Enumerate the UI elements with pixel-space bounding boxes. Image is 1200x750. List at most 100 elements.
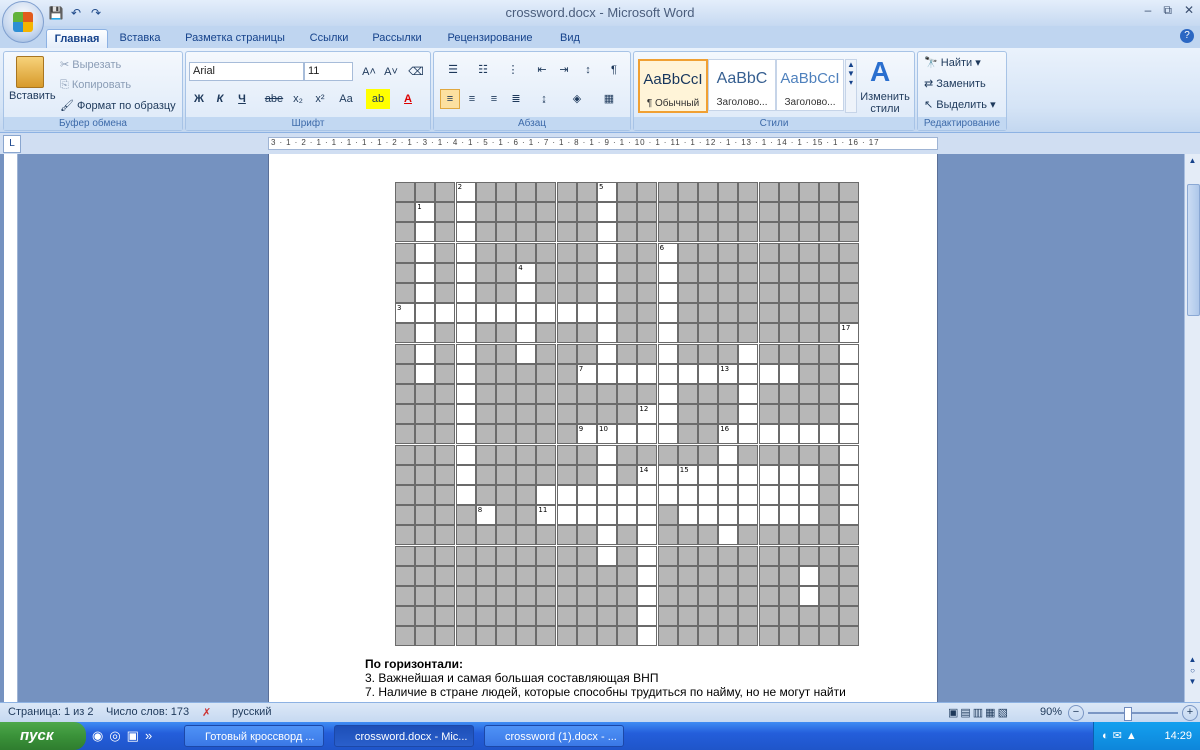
zoom-out-button[interactable]: − — [1068, 705, 1084, 721]
crossword-cell[interactable] — [637, 545, 658, 566]
crossword-cell[interactable] — [637, 485, 658, 505]
shading-icon[interactable]: ◈ — [564, 89, 590, 109]
crossword-cell[interactable] — [415, 262, 436, 283]
crossword-cell[interactable] — [657, 323, 678, 344]
word-count[interactable]: Число слов: 173 — [106, 706, 189, 718]
crossword-cell[interactable] — [597, 525, 617, 546]
crossword-cell[interactable] — [637, 626, 658, 647]
crossword-cell[interactable] — [698, 363, 718, 384]
crossword-cell[interactable] — [597, 444, 617, 465]
crossword-cell[interactable] — [455, 424, 476, 445]
crossword-cell[interactable] — [415, 303, 436, 324]
crossword-cell[interactable]: 15 — [677, 464, 698, 485]
tab-mailings[interactable]: Рассылки — [366, 29, 428, 48]
zoom-slider-thumb[interactable] — [1124, 707, 1132, 721]
view-buttons[interactable]: ▣▤▥▦▧ — [948, 706, 1010, 719]
bold-button[interactable]: Ж — [189, 89, 209, 109]
crossword-cell[interactable] — [657, 464, 678, 485]
crossword-cell[interactable] — [637, 424, 658, 445]
crossword-cell[interactable] — [496, 303, 516, 324]
crossword-cell[interactable] — [657, 262, 678, 283]
crossword-cell[interactable] — [738, 464, 759, 485]
crossword-cell[interactable] — [415, 242, 436, 263]
align-right-icon[interactable]: ≡ — [484, 89, 504, 109]
crossword-cell[interactable] — [597, 202, 617, 223]
justify-icon[interactable]: ≣ — [506, 89, 526, 109]
crossword-cell[interactable] — [455, 384, 476, 404]
paste-button[interactable]: Вставить — [9, 90, 56, 102]
crossword-cell[interactable] — [637, 505, 658, 526]
crossword-cell[interactable] — [758, 485, 779, 505]
borders-icon[interactable]: ▦ — [596, 89, 622, 109]
cut-button[interactable]: Вырезать — [72, 59, 121, 71]
replace-button[interactable]: Заменить — [936, 78, 985, 90]
crossword-cell[interactable] — [657, 384, 678, 404]
crossword-cell[interactable] — [415, 343, 436, 364]
crossword-cell[interactable]: 13 — [718, 363, 739, 384]
crossword-cell[interactable] — [415, 222, 436, 243]
crossword-grid[interactable]: 2 5 1 6 4 3 17 7 13 12 9 10 16 14 15 8 11 — [395, 182, 860, 655]
crossword-cell[interactable] — [516, 323, 537, 344]
crossword-cell[interactable] — [657, 283, 678, 303]
crossword-cell[interactable] — [677, 485, 698, 505]
crossword-cell[interactable]: 11 — [536, 505, 557, 526]
crossword-cell[interactable] — [455, 202, 476, 223]
crossword-cell[interactable] — [516, 343, 537, 364]
subscript-button[interactable]: x₂ — [288, 89, 308, 109]
crossword-cell[interactable] — [778, 485, 799, 505]
crossword-cell[interactable] — [758, 424, 779, 445]
crossword-cell[interactable] — [799, 505, 819, 526]
crossword-cell[interactable]: 6 — [657, 242, 678, 263]
crossword-cell[interactable] — [536, 485, 557, 505]
crossword-cell[interactable]: 9 — [576, 424, 597, 445]
crossword-cell[interactable] — [455, 343, 476, 364]
crossword-cell[interactable]: 12 — [637, 404, 658, 425]
font-size-select[interactable]: 11 — [304, 62, 353, 81]
crossword-cell[interactable] — [819, 424, 840, 445]
browse-buttons[interactable]: ▲ ○ ▼ — [1187, 654, 1198, 687]
find-button[interactable]: Найти — [941, 57, 972, 69]
change-case-button[interactable]: Aa — [332, 89, 360, 109]
clear-format-icon[interactable]: ⌫ — [406, 62, 426, 82]
scroll-thumb[interactable] — [1187, 184, 1200, 316]
crossword-cell[interactable] — [657, 363, 678, 384]
crossword-cell[interactable] — [556, 505, 577, 526]
crossword-cell[interactable] — [698, 505, 718, 526]
zoom-slider[interactable] — [1088, 707, 1178, 721]
crossword-cell[interactable] — [597, 323, 617, 344]
crossword-cell[interactable] — [718, 464, 739, 485]
language-indicator[interactable]: русский — [232, 706, 271, 718]
minimize-button[interactable]: – — [1145, 3, 1152, 18]
help-icon[interactable]: ? — [1180, 29, 1194, 43]
close-button[interactable]: ✕ — [1184, 3, 1194, 18]
crossword-cell[interactable]: 14 — [637, 464, 658, 485]
crossword-cell[interactable] — [738, 363, 759, 384]
crossword-cell[interactable]: 5 — [597, 182, 617, 202]
tab-selector-button[interactable]: L — [3, 135, 21, 153]
taskbar-item[interactable]: Готовый кроссворд ... — [184, 725, 324, 747]
crossword-cell[interactable] — [778, 464, 799, 485]
tab-view[interactable]: Вид — [552, 29, 588, 48]
crossword-cell[interactable] — [637, 525, 658, 546]
italic-button[interactable]: К — [210, 89, 230, 109]
crossword-cell[interactable]: 1 — [415, 202, 436, 223]
grow-font-button[interactable]: A˄ — [358, 62, 380, 82]
page-count[interactable]: Страница: 1 из 2 — [8, 706, 94, 718]
crossword-cell[interactable] — [576, 303, 597, 324]
crossword-cell[interactable]: 10 — [597, 424, 617, 445]
crossword-cell[interactable] — [597, 464, 617, 485]
crossword-cell[interactable] — [597, 505, 617, 526]
select-button[interactable]: Выделить — [936, 99, 987, 111]
font-color-icon[interactable]: A — [398, 89, 418, 109]
crossword-cell[interactable] — [455, 242, 476, 263]
crossword-cell[interactable] — [657, 424, 678, 445]
crossword-cell[interactable] — [657, 303, 678, 324]
crossword-cell[interactable] — [799, 586, 819, 606]
multilevel-list-icon[interactable]: ⋮ — [500, 60, 526, 80]
crossword-cell[interactable]: 4 — [516, 262, 537, 283]
vertical-scrollbar[interactable]: ▲ ▲ ○ ▼ — [1184, 154, 1200, 702]
crossword-cell[interactable] — [455, 444, 476, 465]
underline-button[interactable]: Ч — [232, 89, 252, 109]
crossword-cell[interactable] — [637, 565, 658, 586]
style-heading2[interactable]: AaBbCcI Заголово... — [776, 59, 844, 111]
